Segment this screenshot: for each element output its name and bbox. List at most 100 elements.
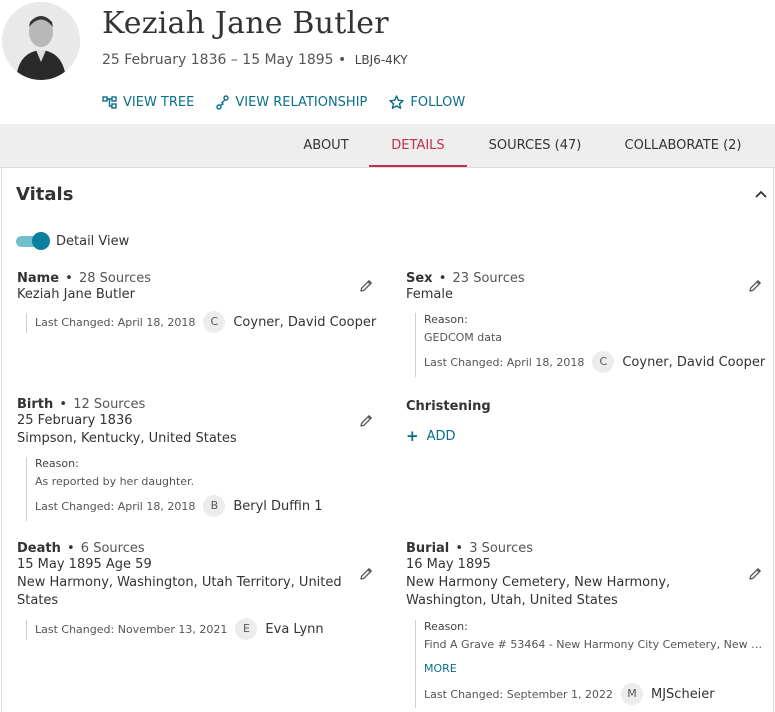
burial-last-changed-row: Last Changed: September 1, 2022 M MJSche… [424,683,765,705]
tab-bar: ABOUT DETAILS SOURCES (47) COLLABORATE (… [0,124,775,168]
bullet: • [62,541,79,556]
plus-icon: + [406,427,419,445]
burial-header: Burial • 3 Sources [406,541,771,556]
edit-sex-pencil-icon[interactable] [747,278,763,294]
christening-header: Christening [406,399,771,414]
birth-place: Simpson, Kentucky, United States [17,431,237,446]
vitals-heading: Vitals [16,184,74,205]
contributor-name[interactable]: Eva Lynn [265,622,323,637]
lifespan-dates: 25 February 1836 – 15 May 1895 [102,52,334,68]
burial-meta: Reason: Find A Grave # 53464 - New Harmo… [415,620,765,708]
burial-place-line-1: New Harmony Cemetery, New Harmony, [406,575,671,590]
burial-reason: Find A Grave # 53464 - New Harmony City … [424,638,763,651]
tab-about[interactable]: ABOUT [296,124,356,167]
tree-icon [102,96,117,109]
contributor-name[interactable]: MJScheier [651,687,715,702]
tab-details[interactable]: DETAILS [369,124,467,167]
chevron-up-icon[interactable] [753,186,769,202]
burial-date: 16 May 1895 [406,557,491,572]
death-label: Death [17,541,61,556]
burial-last-changed: Last Changed: September 1, 2022 [424,687,613,701]
add-christening-button[interactable]: + ADD [406,427,456,445]
christening-label: Christening [406,399,491,414]
contributor-avatar[interactable]: E [235,618,258,640]
burial-sources-link[interactable]: 3 Sources [469,541,533,556]
burial-label: Burial [406,541,450,556]
name-last-changed: Last Changed: April 18, 2018 [35,315,196,329]
person-id[interactable]: LBJ6-4KY [355,53,408,67]
contributor-avatar[interactable]: C [203,311,226,333]
edit-burial-pencil-icon[interactable] [747,566,763,582]
name-label: Name [17,271,60,286]
burial-reason-label: Reason: [424,620,468,633]
sex-last-changed-row: Last Changed: April 18, 2018 C Coyner, D… [424,351,770,373]
view-tree-label: VIEW TREE [123,95,195,110]
burial-place-line-2: Washington, Utah, United States [406,593,618,608]
person-header: Keziah Jane Butler 25 February 1836 – 15… [0,0,775,124]
view-tree-button[interactable]: VIEW TREE [102,95,194,110]
death-meta: Last Changed: November 13, 2021 E Eva Ly… [26,618,324,640]
birth-reason: As reported by her daughter. [35,475,195,488]
edit-death-pencil-icon[interactable] [358,566,374,582]
sex-value: Female [406,287,454,302]
burial-reason-more-link[interactable]: MORE [424,662,765,675]
birth-meta: Reason: As reported by her daughter. Las… [26,457,381,521]
relationship-icon [216,95,230,110]
burial-field: Burial • 3 Sources 16 May 1895 New Harmo… [406,541,771,610]
name-header: Name • 28 Sources [17,271,382,286]
death-date: 15 May 1895 Age 59 [17,557,152,572]
sex-last-changed: Last Changed: April 18, 2018 [424,355,585,369]
sex-reason: GEDCOM data [424,331,503,344]
death-place-line-1: New Harmony, Washington, Utah Territory,… [17,575,342,590]
birth-field: Birth • 12 Sources 25 February 1836 Simp… [17,397,382,448]
follow-label: FOLLOW [410,95,466,110]
star-icon [389,95,405,109]
contributor-name[interactable]: Coyner, David Cooper [622,355,765,370]
name-meta: Last Changed: April 18, 2018 C Coyner, D… [26,311,376,333]
name-value: Keziah Jane Butler [17,287,136,302]
birth-sources-link[interactable]: 12 Sources [73,397,145,412]
name-sources-link[interactable]: 28 Sources [79,271,151,286]
edit-name-pencil-icon[interactable] [358,278,374,294]
person-portrait[interactable] [2,2,80,80]
birth-label: Birth [17,397,54,412]
edit-birth-pencil-icon[interactable] [358,413,374,429]
death-sources-link[interactable]: 6 Sources [81,541,145,556]
sex-sources-link[interactable]: 23 Sources [453,271,525,286]
bullet: • [61,271,77,286]
birth-date: 25 February 1836 [17,413,133,428]
bullet: • [55,397,72,412]
sex-label: Sex [406,271,433,286]
tab-sources[interactable]: SOURCES (47) [482,124,588,167]
view-relationship-button[interactable]: VIEW RELATIONSHIP [216,95,367,110]
contributor-avatar[interactable]: B [203,495,226,517]
birth-last-changed-row: Last Changed: April 18, 2018 B Beryl Duf… [35,495,381,517]
christening-field: Christening [406,399,771,414]
view-relationship-label: VIEW RELATIONSHIP [235,95,368,110]
bullet-separator: • [338,52,351,68]
name-field: Name • 28 Sources Keziah Jane Butler [17,271,382,304]
bullet: • [434,271,451,286]
tab-collaborate[interactable]: COLLABORATE (2) [617,124,749,167]
person-actions: VIEW TREE VIEW RELATIONSHIP FOLLOW [102,95,465,110]
contributor-name[interactable]: Coyner, David Cooper [233,315,376,330]
sex-field: Sex • 23 Sources Female [406,271,771,304]
detail-view-toggle[interactable] [16,232,50,250]
name-last-changed-row: Last Changed: April 18, 2018 C Coyner, D… [35,311,376,333]
sex-meta: Reason: GEDCOM data Last Changed: April … [415,313,770,377]
death-last-changed: Last Changed: November 13, 2021 [35,622,228,636]
contributor-avatar[interactable]: M [621,683,643,705]
person-lifespan: 25 February 1836 – 15 May 1895 • LBJ6-4K… [102,52,408,68]
death-field: Death • 6 Sources 15 May 1895 Age 59 New… [17,541,382,610]
birth-last-changed: Last Changed: April 18, 2018 [35,499,196,513]
bullet: • [451,541,468,556]
birth-header: Birth • 12 Sources [17,397,382,412]
add-label: ADD [426,428,456,444]
detail-view-label: Detail View [56,234,130,249]
birth-reason-label: Reason: [35,457,79,470]
follow-button[interactable]: FOLLOW [389,95,465,110]
person-name: Keziah Jane Butler [102,6,389,41]
contributor-name[interactable]: Beryl Duffin 1 [233,499,322,514]
death-last-changed-row: Last Changed: November 13, 2021 E Eva Ly… [35,618,324,640]
contributor-avatar[interactable]: C [592,351,615,373]
